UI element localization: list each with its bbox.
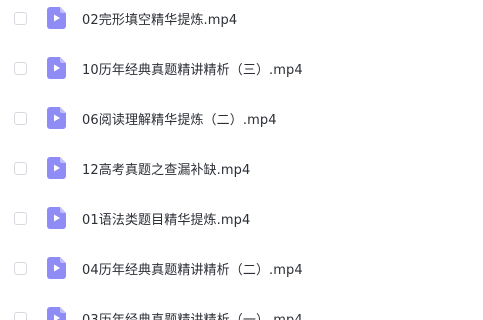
file-list: 02完形填空精华提炼.mp4 10历年经典真题精讲精析（三）.mp4 06阅读理…: [0, 0, 483, 320]
file-name: 02完形填空精华提炼.mp4: [82, 12, 238, 28]
video-file-icon: [47, 107, 66, 129]
file-row[interactable]: 10历年经典真题精讲精析（三）.mp4: [0, 50, 483, 86]
file-name: 01语法类题目精华提炼.mp4: [82, 212, 251, 228]
file-name: 12高考真题之查漏补缺.mp4: [82, 162, 251, 178]
file-row[interactable]: 04历年经典真题精讲精析（二）.mp4: [0, 250, 483, 286]
file-row[interactable]: 01语法类题目精华提炼.mp4: [0, 200, 483, 236]
file-name: 03历年经典真题精讲精析（一）.mp4: [82, 312, 303, 320]
file-row[interactable]: 02完形填空精华提炼.mp4: [0, 0, 483, 36]
file-checkbox[interactable]: [14, 11, 27, 25]
file-checkbox[interactable]: [14, 61, 27, 75]
video-file-icon: [47, 7, 66, 29]
file-checkbox[interactable]: [14, 311, 27, 320]
file-checkbox[interactable]: [14, 261, 27, 275]
file-checkbox[interactable]: [14, 211, 27, 225]
file-checkbox[interactable]: [14, 111, 27, 125]
video-file-icon: [47, 307, 66, 320]
video-file-icon: [47, 157, 66, 179]
file-name: 04历年经典真题精讲精析（二）.mp4: [82, 262, 303, 278]
video-file-icon: [47, 57, 66, 79]
file-row[interactable]: 12高考真题之查漏补缺.mp4: [0, 150, 483, 186]
video-file-icon: [47, 207, 66, 229]
file-row[interactable]: 06阅读理解精华提炼（二）.mp4: [0, 100, 483, 136]
file-row[interactable]: 03历年经典真题精讲精析（一）.mp4: [0, 300, 483, 320]
video-file-icon: [47, 257, 66, 279]
file-checkbox[interactable]: [14, 161, 27, 175]
file-name: 10历年经典真题精讲精析（三）.mp4: [82, 62, 303, 78]
file-name: 06阅读理解精华提炼（二）.mp4: [82, 112, 277, 128]
